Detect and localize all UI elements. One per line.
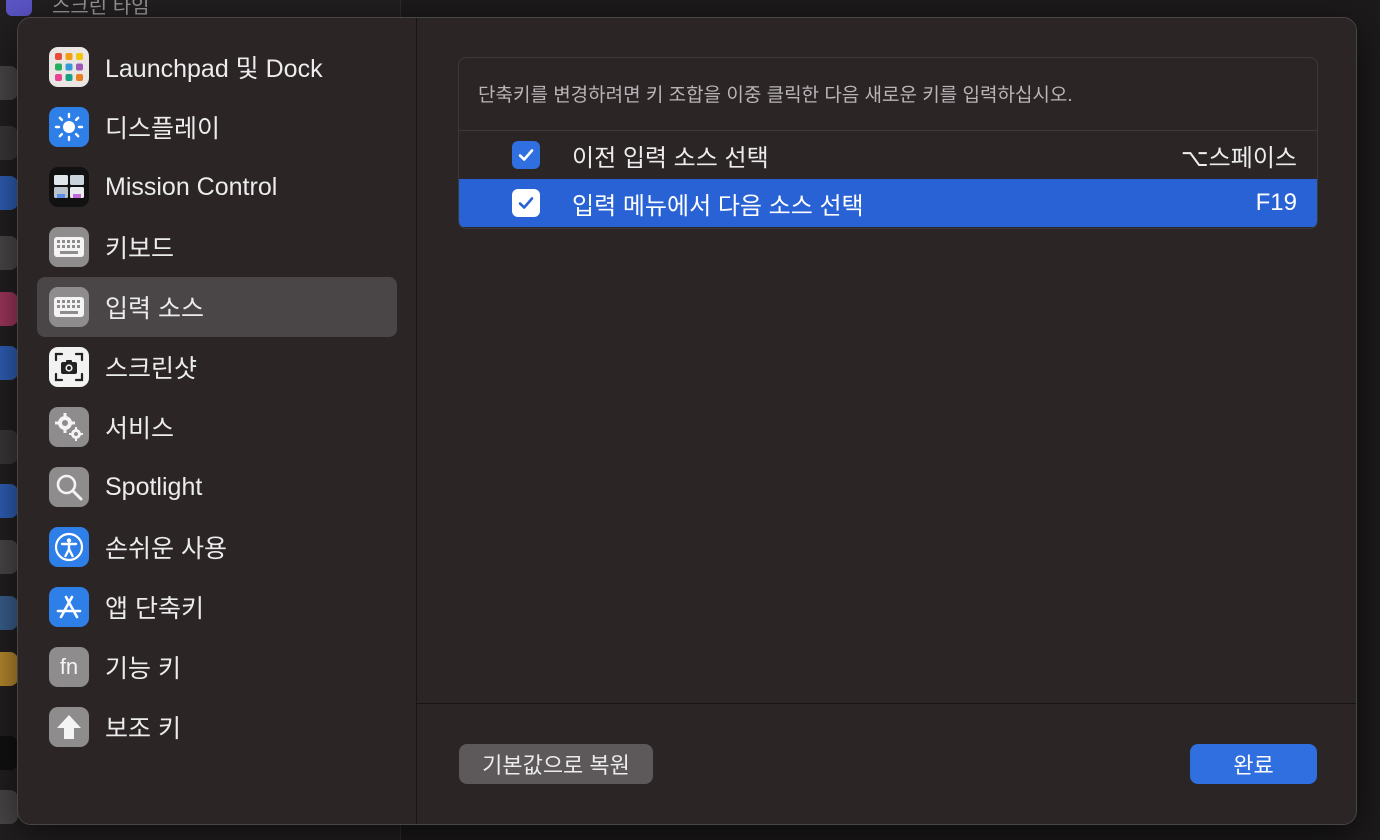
shortcut-row[interactable]: 이전 입력 소스 선택 ⌥스페이스 <box>459 131 1317 179</box>
sidebar-item-screenshots[interactable]: 스크린샷 <box>37 337 397 397</box>
background-app-icon <box>0 540 18 574</box>
background-app-icon <box>0 790 18 824</box>
screenshot-camera-icon <box>49 347 89 387</box>
svg-text:fn: fn <box>60 654 78 679</box>
sidebar-item-label: 스크린샷 <box>105 355 198 383</box>
restore-defaults-button[interactable]: 기본값으로 복원 <box>459 744 653 784</box>
sidebar-item-label: Spotlight <box>105 472 203 501</box>
shortcut-key[interactable]: ⌥스페이스 <box>1181 138 1297 173</box>
sidebar-item-label: 서비스 <box>105 415 175 443</box>
sidebar-item-display[interactable]: 디스플레이 <box>37 97 397 157</box>
background-app-icon <box>0 292 18 326</box>
shortcut-category-sidebar: Launchpad 및 Dock 디스플레이 Mission Control 키… <box>18 18 417 824</box>
shortcut-key[interactable]: F19 <box>1256 189 1297 217</box>
shortcuts-list: 단축키를 변경하려면 키 조합을 이중 클릭한 다음 새로운 키를 입력하십시오… <box>458 57 1318 229</box>
shortcut-row[interactable]: 입력 메뉴에서 다음 소스 선택 F19 <box>459 179 1317 227</box>
sidebar-item-label: 앱 단축키 <box>105 595 204 623</box>
sidebar-item-label: Launchpad 및 Dock <box>105 55 323 83</box>
background-app-icon <box>0 346 18 380</box>
keyboard-icon <box>49 287 89 327</box>
sidebar-item-input-sources[interactable]: 입력 소스 <box>37 277 397 337</box>
mission-control-icon <box>49 167 89 207</box>
background-app-icon <box>0 126 18 160</box>
accessibility-icon <box>49 527 89 567</box>
sidebar-item-app-shortcuts[interactable]: 앱 단축키 <box>37 577 397 637</box>
done-button[interactable]: 완료 <box>1190 744 1317 784</box>
keyboard-icon <box>49 227 89 267</box>
shortcut-checkbox[interactable] <box>512 189 540 217</box>
sidebar-item-label: 키보드 <box>105 235 175 263</box>
background-app-icon <box>0 596 18 630</box>
display-brightness-icon <box>49 107 89 147</box>
background-app-icon <box>0 66 18 100</box>
sidebar-item-label: Mission Control <box>105 172 278 201</box>
screen-time-icon <box>6 0 32 16</box>
shortcut-label: 입력 메뉴에서 다음 소스 선택 <box>572 192 864 220</box>
checkmark-icon <box>518 197 534 209</box>
gears-icon <box>49 407 89 447</box>
sidebar-item-keyboard[interactable]: 키보드 <box>37 217 397 277</box>
background-app-icon <box>0 176 18 210</box>
sidebar-item-label: 손쉬운 사용 <box>105 535 227 563</box>
background-app-icon <box>0 652 18 686</box>
sidebar-item-label: 기능 키 <box>105 655 181 683</box>
app-store-icon <box>49 587 89 627</box>
magnifier-icon <box>49 467 89 507</box>
sidebar-item-launchpad-dock[interactable]: Launchpad 및 Dock <box>37 37 397 97</box>
keyboard-shortcuts-sheet: Launchpad 및 Dock 디스플레이 Mission Control 키… <box>17 17 1357 825</box>
launchpad-icon <box>49 47 89 87</box>
background-app-icon <box>0 430 18 464</box>
sidebar-item-spotlight[interactable]: Spotlight <box>37 457 397 517</box>
sidebar-item-services[interactable]: 서비스 <box>37 397 397 457</box>
sidebar-item-label: 입력 소스 <box>105 295 204 323</box>
footer-divider <box>417 703 1356 704</box>
background-app-icon <box>0 236 18 270</box>
instruction-text: 단축키를 변경하려면 키 조합을 이중 클릭한 다음 새로운 키를 입력하십시오… <box>478 85 1073 106</box>
sidebar-item-accessibility[interactable]: 손쉬운 사용 <box>37 517 397 577</box>
background-app-icon <box>0 736 18 770</box>
sidebar-item-mission-control[interactable]: Mission Control <box>37 157 397 217</box>
sidebar-item-function-keys[interactable]: fn 기능 키 <box>37 637 397 697</box>
background-app-icon <box>0 484 18 518</box>
sidebar-item-label: 디스플레이 <box>105 115 221 143</box>
fn-key-icon: fn <box>49 647 89 687</box>
sidebar-item-label: 보조 키 <box>105 715 181 743</box>
checkmark-icon <box>518 149 534 161</box>
up-arrow-icon <box>49 707 89 747</box>
sidebar-item-modifier-keys[interactable]: 보조 키 <box>37 697 397 757</box>
shortcut-checkbox[interactable] <box>512 141 540 169</box>
shortcut-label: 이전 입력 소스 선택 <box>572 144 769 172</box>
shortcuts-pane: 단축키를 변경하려면 키 조합을 이중 클릭한 다음 새로운 키를 입력하십시오… <box>417 18 1356 824</box>
